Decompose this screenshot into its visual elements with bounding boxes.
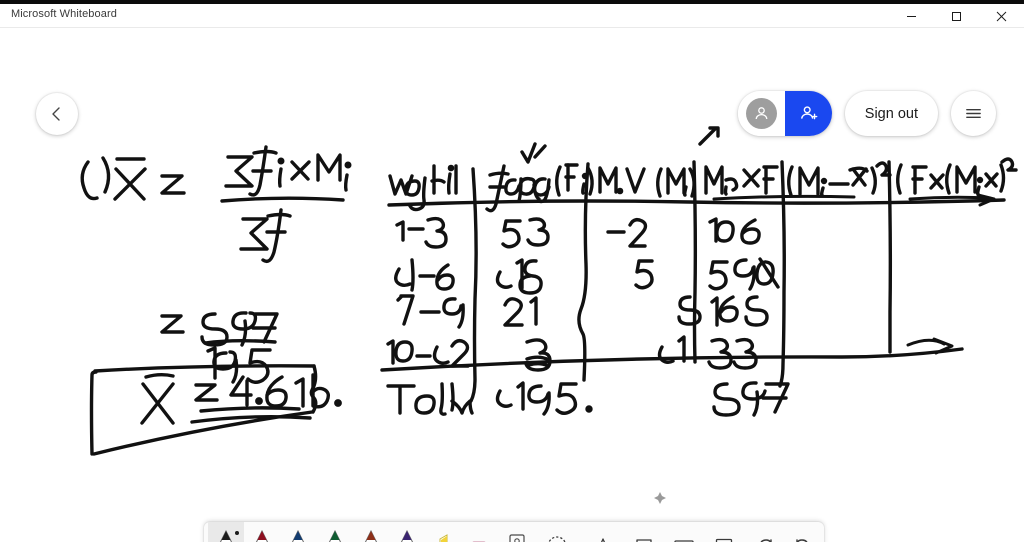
undo-icon — [760, 538, 772, 542]
avatar-circle — [745, 98, 777, 129]
ink-row-3 — [396, 294, 769, 329]
back-button[interactable] — [36, 93, 78, 135]
ink-formula-denominator — [239, 208, 292, 264]
ink-table-header-sq — [787, 161, 892, 197]
text-icon — [601, 537, 606, 542]
maximize-icon — [952, 11, 961, 21]
tool-lasso-select[interactable] — [537, 522, 577, 542]
add-person-icon — [800, 106, 818, 120]
close-icon — [996, 11, 1007, 21]
tool-redo[interactable] — [784, 522, 824, 542]
eraser-icon — [472, 541, 486, 542]
ink-row-2 — [394, 257, 780, 295]
tool-undo[interactable] — [744, 522, 784, 542]
people-pill — [737, 91, 832, 136]
tool-text[interactable] — [583, 522, 623, 542]
pen-rainbow-icon — [364, 529, 377, 542]
sign-out-button[interactable]: Sign out — [844, 91, 938, 136]
highlighter-icon — [439, 534, 448, 542]
ink-formula-numerator — [220, 145, 352, 203]
tool-highlighter[interactable] — [425, 522, 461, 542]
ink-formula-lhs — [113, 157, 147, 201]
ink-step — [160, 311, 279, 384]
ruler-icon — [509, 534, 526, 542]
ink-row-total — [386, 381, 790, 417]
ink-header-annotations — [712, 193, 996, 207]
minimize-icon — [907, 15, 916, 17]
tool-pen-rainbow[interactable] — [353, 522, 389, 542]
tool-pen-blue[interactable] — [280, 522, 316, 542]
tool-insert-image[interactable] — [664, 522, 704, 542]
ink-table-columns — [469, 160, 893, 403]
ink-table-header-weight — [388, 164, 458, 212]
titlebar-top-strip — [0, 0, 1024, 4]
tool-pen-red[interactable] — [244, 522, 280, 542]
window-controls — [889, 4, 1024, 28]
window-titlebar: Microsoft Whiteboard — [0, 0, 1024, 28]
ink-table-header-mv — [598, 166, 696, 198]
ink-stray-strokes — [906, 337, 954, 355]
ink-table-header-rule — [387, 198, 1006, 207]
tool-insert-more[interactable] — [704, 522, 744, 542]
hamburger-menu-icon — [966, 108, 981, 119]
redo-icon — [796, 538, 808, 542]
tool-eraser[interactable] — [461, 522, 497, 542]
lasso-select-icon — [547, 535, 566, 542]
drawing-toolbar — [204, 522, 824, 542]
ink-table-header-fsq — [896, 157, 1018, 196]
sticky-note-icon — [635, 538, 652, 542]
pen-blue-icon — [292, 529, 305, 542]
ink-table-header-freq — [485, 142, 594, 213]
avatar[interactable] — [737, 91, 785, 136]
ink-result-box — [89, 364, 318, 456]
ink-table-header-mdf — [698, 126, 779, 196]
move-handle-icon[interactable] — [654, 491, 666, 504]
tool-pen-black[interactable] — [208, 522, 245, 542]
back-arrow-icon — [52, 107, 60, 121]
tool-sticky-note[interactable] — [624, 522, 664, 542]
close-button[interactable] — [979, 4, 1024, 28]
person-icon — [755, 107, 768, 120]
invite-button[interactable] — [784, 91, 832, 136]
tool-pen-green[interactable] — [317, 522, 353, 542]
pen-galaxy-icon — [400, 529, 413, 542]
window-title: Microsoft Whiteboard — [11, 7, 117, 20]
selected-dot — [235, 531, 240, 535]
whiteboard-canvas[interactable]: Sign out — [0, 29, 1024, 542]
tool-ruler[interactable] — [497, 522, 537, 542]
plus-box-icon — [715, 538, 732, 542]
ink-formula-eq — [160, 174, 186, 195]
ink-part-label — [80, 156, 111, 201]
image-icon — [674, 539, 694, 542]
whiteboard-app: Microsoft Whiteboard Sign out — [0, 0, 1024, 542]
minimize-button[interactable] — [889, 4, 934, 28]
ink-row-1 — [395, 216, 761, 249]
sign-out-label: Sign out — [864, 105, 918, 122]
pen-red-icon — [256, 529, 269, 542]
ink-result-text — [140, 373, 342, 425]
settings-menu-button[interactable] — [951, 91, 996, 136]
collaboration-controls: Sign out — [737, 91, 996, 136]
maximize-button[interactable] — [934, 4, 979, 28]
ink-table-total-rule — [380, 347, 964, 372]
ink-row-4 — [386, 335, 758, 372]
tool-pen-galaxy[interactable] — [389, 522, 425, 542]
pen-green-icon — [328, 529, 341, 542]
